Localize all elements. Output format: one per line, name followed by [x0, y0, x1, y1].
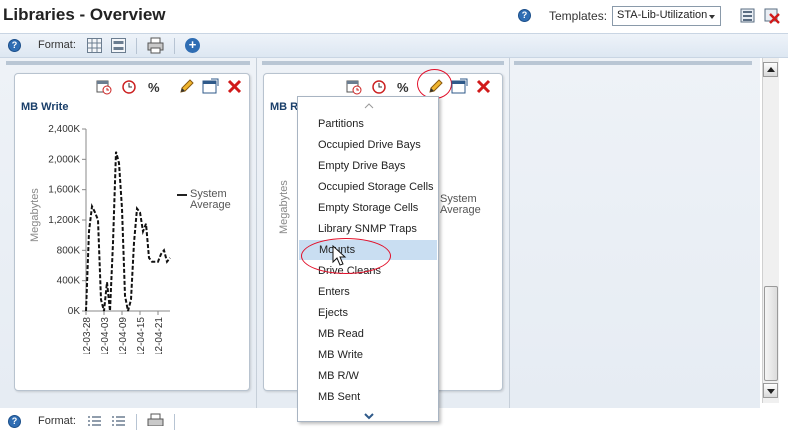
add-portlet-icon[interactable]: +	[185, 38, 200, 53]
menu-scroll-down-icon[interactable]	[364, 409, 374, 423]
x-tick-label: 2012-04-09	[118, 317, 129, 354]
templates-select-value: STA-Lib-Utilization	[617, 9, 708, 21]
x-tick-label: 2012-04-03	[100, 317, 111, 354]
format-label: Format:	[38, 39, 76, 51]
toolbar: ? Format: +	[0, 33, 788, 58]
detail-list-layout-icon[interactable]	[111, 415, 126, 427]
maximize-icon[interactable]	[202, 78, 219, 95]
y-tick-label: 400K	[57, 276, 81, 287]
portlet-title: MB R	[270, 101, 299, 113]
y-axis-label: Megabytes	[278, 180, 290, 234]
edit-pencil-icon[interactable]	[178, 78, 195, 95]
menu-item-library-snmp-traps[interactable]: Library SNMP Traps	[298, 219, 438, 239]
x-tick-label: 2012-04-21	[154, 317, 165, 354]
menu-item-partitions[interactable]: Partitions	[298, 114, 438, 134]
vertical-scrollbar[interactable]	[762, 58, 779, 403]
menu-item-enters[interactable]: Enters	[298, 282, 438, 302]
toolbar-divider	[174, 38, 175, 54]
x-tick-label: 2012-04-15	[136, 317, 147, 354]
legend-text: Average	[190, 199, 231, 211]
y-tick-label: 0K	[68, 306, 81, 317]
toolbar-divider	[174, 414, 175, 430]
y-tick-label: 1,600K	[48, 185, 80, 196]
menu-item-mb-write[interactable]: MB Write	[298, 345, 438, 365]
scroll-thumb[interactable]	[764, 286, 778, 381]
y-tick-label: 2,000K	[48, 154, 80, 165]
series-line-system-average	[85, 151, 171, 312]
delete-template-icon[interactable]	[764, 8, 780, 24]
print-icon[interactable]	[147, 413, 164, 426]
chevron-up-icon	[767, 67, 775, 72]
menu-item-mb-sent[interactable]: MB Sent	[298, 387, 438, 407]
legend-text: System	[190, 188, 227, 200]
maximize-icon[interactable]	[451, 78, 468, 95]
chart-legend: System Average	[440, 194, 481, 216]
menu-item-mb-read[interactable]: MB Read	[298, 324, 438, 344]
y-tick-label: 800K	[57, 245, 81, 256]
column-divider	[256, 58, 257, 408]
format-label: Format:	[38, 415, 76, 427]
list-layout-icon[interactable]	[87, 415, 102, 427]
percent-icon[interactable]: %	[148, 80, 160, 95]
scroll-up-button[interactable]	[763, 62, 778, 77]
chevron-down-icon	[709, 15, 715, 19]
y-tick-label: 1,200K	[48, 215, 80, 226]
mouse-cursor-icon	[332, 245, 347, 266]
help-icon[interactable]: ?	[8, 415, 21, 428]
menu-item-mb-r-w[interactable]: MB R/W	[298, 366, 438, 386]
page-title: Libraries - Overview	[3, 5, 166, 24]
date-range-icon[interactable]	[346, 79, 362, 95]
portlet-collapsed-bar	[6, 61, 250, 65]
portlet-collapsed-bar	[262, 61, 504, 65]
toolbar-divider	[136, 414, 137, 430]
time-range-icon[interactable]	[121, 79, 137, 95]
legend-text: Average	[440, 204, 481, 216]
mb-write-chart: 0K 400K 800K 1,200K 1,600K 2,000K 2,400K 2012-0…	[48, 124, 171, 354]
menu-scroll-up-icon[interactable]	[364, 101, 374, 111]
highlight-circle	[417, 69, 452, 99]
close-icon[interactable]	[475, 78, 492, 95]
percent-icon[interactable]: %	[397, 80, 409, 95]
column-divider	[509, 58, 510, 408]
chart-legend: System Average	[177, 189, 231, 211]
y-tick-label: 2,400K	[48, 124, 80, 135]
menu-item-empty-storage-cells[interactable]: Empty Storage Cells	[298, 198, 438, 218]
toolbar-divider	[136, 38, 137, 54]
scroll-down-button[interactable]	[763, 383, 778, 398]
portlet-title: MB Write	[21, 101, 69, 113]
date-range-icon[interactable]	[96, 79, 112, 95]
x-tick-label: 2012-03-28	[82, 317, 93, 354]
page-header: Libraries - Overview ? Templates: STA-Li…	[0, 0, 788, 32]
single-column-layout-icon[interactable]	[111, 38, 126, 53]
grid-layout-icon[interactable]	[87, 38, 102, 53]
print-icon[interactable]	[147, 37, 164, 54]
menu-item-occupied-storage-cells[interactable]: Occupied Storage Cells	[298, 177, 438, 197]
templates-select[interactable]: STA-Lib-Utilization	[612, 6, 721, 26]
chevron-down-icon	[767, 389, 775, 394]
menu-item-occupied-drive-bays[interactable]: Occupied Drive Bays	[298, 135, 438, 155]
time-range-icon[interactable]	[371, 79, 387, 95]
legend-swatch	[177, 194, 187, 196]
help-icon[interactable]: ?	[518, 9, 531, 22]
menu-item-empty-drive-bays[interactable]: Empty Drive Bays	[298, 156, 438, 176]
menu-item-ejects[interactable]: Ejects	[298, 303, 438, 323]
mb-write-portlet: % MB Write Megabytes 0K 400K 800K 1,200K 1,6…	[14, 73, 250, 391]
help-icon[interactable]: ?	[8, 39, 21, 52]
portlet-collapsed-bar	[514, 61, 752, 65]
templates-label: Templates:	[549, 9, 608, 23]
save-template-icon[interactable]	[740, 8, 755, 23]
close-icon[interactable]	[226, 78, 243, 95]
